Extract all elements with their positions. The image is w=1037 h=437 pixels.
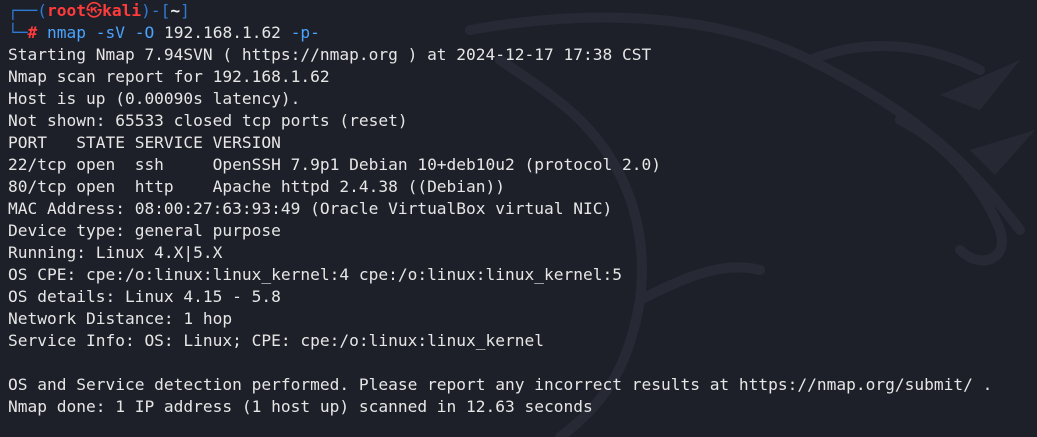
output-line: 22/tcp open ssh OpenSSH 7.9p1 Debian 10+…: [8, 155, 661, 174]
command-flag-sv: -sV: [95, 23, 125, 42]
output-line: Network Distance: 1 hop: [8, 309, 233, 328]
output-line: OS details: Linux 4.15 - 5.8: [8, 287, 281, 306]
root-prompt-hash: #: [27, 23, 38, 42]
terminal-window[interactable]: ┌──(root㉿kali)-[~] └─# nmap -sV -O 192.1…: [0, 0, 1037, 437]
command-flag-o: -O: [134, 23, 155, 42]
command-line[interactable]: └─# nmap -sV -O 192.168.1.62 -p-: [8, 22, 1037, 44]
prompt-user: root: [46, 1, 86, 20]
output-line: Nmap scan report for 192.168.1.62: [8, 67, 330, 86]
prompt-frame-close: ]: [180, 1, 190, 20]
output-line: Nmap done: 1 IP address (1 host up) scan…: [8, 397, 593, 416]
output-line: Not shown: 65533 closed tcp ports (reset…: [8, 111, 408, 130]
output-line: PORT STATE SERVICE VERSION: [8, 133, 281, 152]
prompt-frame-second: └─: [8, 23, 28, 42]
prompt-frame-open: ┌──(: [8, 1, 47, 20]
output-line: MAC Address: 08:00:27:63:93:49 (Oracle V…: [8, 199, 613, 218]
command-target: 192.168.1.62: [163, 23, 281, 42]
skull-icon: ㉿: [85, 1, 103, 20]
prompt-directory: ~: [170, 1, 181, 20]
prompt-line: ┌──(root㉿kali)-[~]: [8, 0, 1037, 22]
output-line: 80/tcp open http Apache httpd 2.4.38 ((D…: [8, 177, 506, 196]
prompt-frame-mid: )-[: [141, 1, 171, 20]
output-line: OS CPE: cpe:/o:linux:linux_kernel:4 cpe:…: [8, 265, 622, 284]
terminal-output: ┌──(root㉿kali)-[~] └─# nmap -sV -O 192.1…: [8, 0, 1037, 418]
output-line: Device type: general purpose: [8, 221, 281, 240]
output-line: Host is up (0.00090s latency).: [8, 89, 301, 108]
output-line-blank: [8, 352, 1037, 374]
command-flag-p: -p-: [290, 23, 320, 42]
output-line: OS and Service detection performed. Plea…: [8, 375, 993, 394]
command-name: nmap: [47, 23, 86, 42]
prompt-host: kali: [102, 1, 142, 20]
output-line: Running: Linux 4.X|5.X: [8, 243, 223, 262]
output-line: Service Info: OS: Linux; CPE: cpe:/o:lin…: [8, 331, 545, 350]
output-line: Starting Nmap 7.94SVN ( https://nmap.org…: [8, 45, 652, 64]
